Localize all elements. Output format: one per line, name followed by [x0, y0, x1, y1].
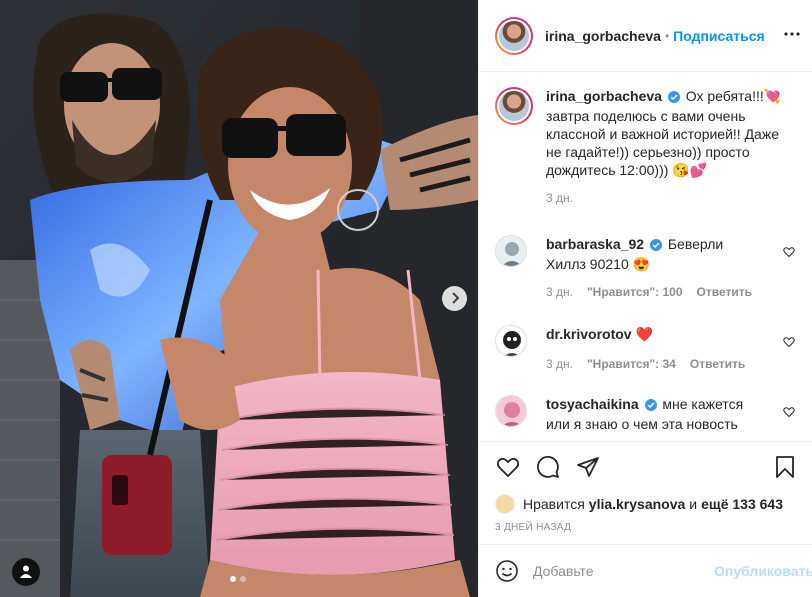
add-comment-bar: Опубликовать — [479, 544, 812, 597]
comment-time[interactable]: 3 дн. — [546, 285, 573, 299]
photo-illustration — [0, 0, 478, 597]
post-header: irina_gorbacheva • Подписаться — [479, 0, 812, 72]
post-details-panel: irina_gorbacheva • Подписаться irina_gor… — [478, 0, 812, 597]
comment-text: ❤️ — [635, 326, 653, 342]
comment-body: barbaraska_92 Беверли Хиллз 90210 😍 — [546, 235, 756, 273]
user-tag-icon — [19, 564, 33, 581]
comment-item: tosyachaikina мне кажется или я знаю о ч… — [495, 395, 795, 433]
comment-meta: 3 дн. "Нравится": 100 Ответить — [546, 285, 795, 299]
author-avatar[interactable] — [495, 16, 533, 55]
comment-username[interactable]: dr.krivorotov — [546, 326, 632, 342]
likes-connector: и — [689, 496, 698, 512]
comment-avatar[interactable] — [495, 235, 527, 267]
post-caption: irina_gorbacheva Ох ребята!!!💘 завтра по… — [495, 87, 795, 205]
liker-username[interactable]: ylia.krysanova — [589, 496, 686, 512]
heart-icon[interactable] — [783, 405, 795, 421]
reply-button[interactable]: Ответить — [697, 285, 752, 299]
post-photo[interactable] — [0, 0, 478, 597]
more-icon[interactable] — [782, 24, 802, 47]
header-separator: • — [664, 28, 670, 43]
liker-avatar[interactable] — [495, 494, 515, 514]
verified-icon — [649, 237, 662, 255]
emoji-icon[interactable] — [495, 558, 519, 584]
verified-icon — [667, 89, 680, 107]
comment-icon[interactable] — [535, 454, 561, 480]
caption-body: irina_gorbacheva Ох ребята!!!💘 завтра по… — [546, 87, 795, 179]
chevron-right-icon — [450, 291, 460, 307]
carousel-indicator — [230, 576, 246, 582]
heart-icon[interactable] — [783, 335, 795, 351]
post-date[interactable]: 3 ДНЕЙ НАЗАД — [479, 522, 812, 536]
author-username[interactable]: irina_gorbacheva — [545, 28, 661, 44]
reply-button[interactable]: Ответить — [690, 357, 745, 371]
comment-avatar[interactable] — [495, 395, 527, 427]
comments-list[interactable]: irina_gorbacheva Ох ребята!!!💘 завтра по… — [479, 73, 812, 441]
tagged-users-button[interactable] — [12, 558, 40, 586]
verified-icon — [644, 397, 657, 415]
bookmark-icon[interactable] — [772, 454, 798, 480]
comment-likes[interactable]: "Нравится": 34 — [587, 357, 676, 371]
post-actions: Нравится ylia.krysanova и ещё 133 643 3 … — [479, 441, 812, 536]
caption-meta: 3 дн. — [546, 191, 795, 205]
caption-time[interactable]: 3 дн. — [546, 191, 573, 205]
heart-icon[interactable] — [783, 245, 795, 261]
follow-button[interactable]: Подписаться — [673, 28, 765, 44]
caption-avatar[interactable] — [495, 87, 533, 125]
comment-username[interactable]: tosyachaikina — [546, 396, 639, 412]
action-icons — [479, 442, 812, 492]
next-slide-button[interactable] — [442, 286, 467, 311]
comment-likes[interactable]: "Нравится": 100 — [587, 285, 683, 299]
comment-body: tosyachaikina мне кажется или я знаю о ч… — [546, 395, 756, 433]
comment-input[interactable] — [533, 563, 714, 579]
likes-prefix: Нравится — [523, 496, 585, 512]
comment-avatar[interactable] — [495, 325, 527, 357]
comment-time[interactable]: 3 дн. — [546, 357, 573, 371]
comment-username[interactable]: barbaraska_92 — [546, 236, 644, 252]
share-icon[interactable] — [575, 454, 601, 480]
likes-summary: Нравится ylia.krysanova и ещё 133 643 — [479, 492, 812, 516]
comment-meta: 3 дн. "Нравится": 34 Ответить — [546, 357, 795, 371]
heart-icon[interactable] — [495, 454, 521, 480]
comment-body: dr.krivorotov ❤️ — [546, 325, 756, 343]
publish-button[interactable]: Опубликовать — [714, 563, 812, 579]
carousel-dot — [240, 576, 246, 582]
comment-item: dr.krivorotov ❤️ 3 дн. "Нравится": 34 От… — [495, 325, 795, 371]
caption-username[interactable]: irina_gorbacheva — [546, 88, 662, 104]
likes-count[interactable]: ещё 133 643 — [701, 496, 783, 512]
comment-item: barbaraska_92 Беверли Хиллз 90210 😍 3 дн… — [495, 235, 795, 299]
carousel-dot — [230, 576, 236, 582]
